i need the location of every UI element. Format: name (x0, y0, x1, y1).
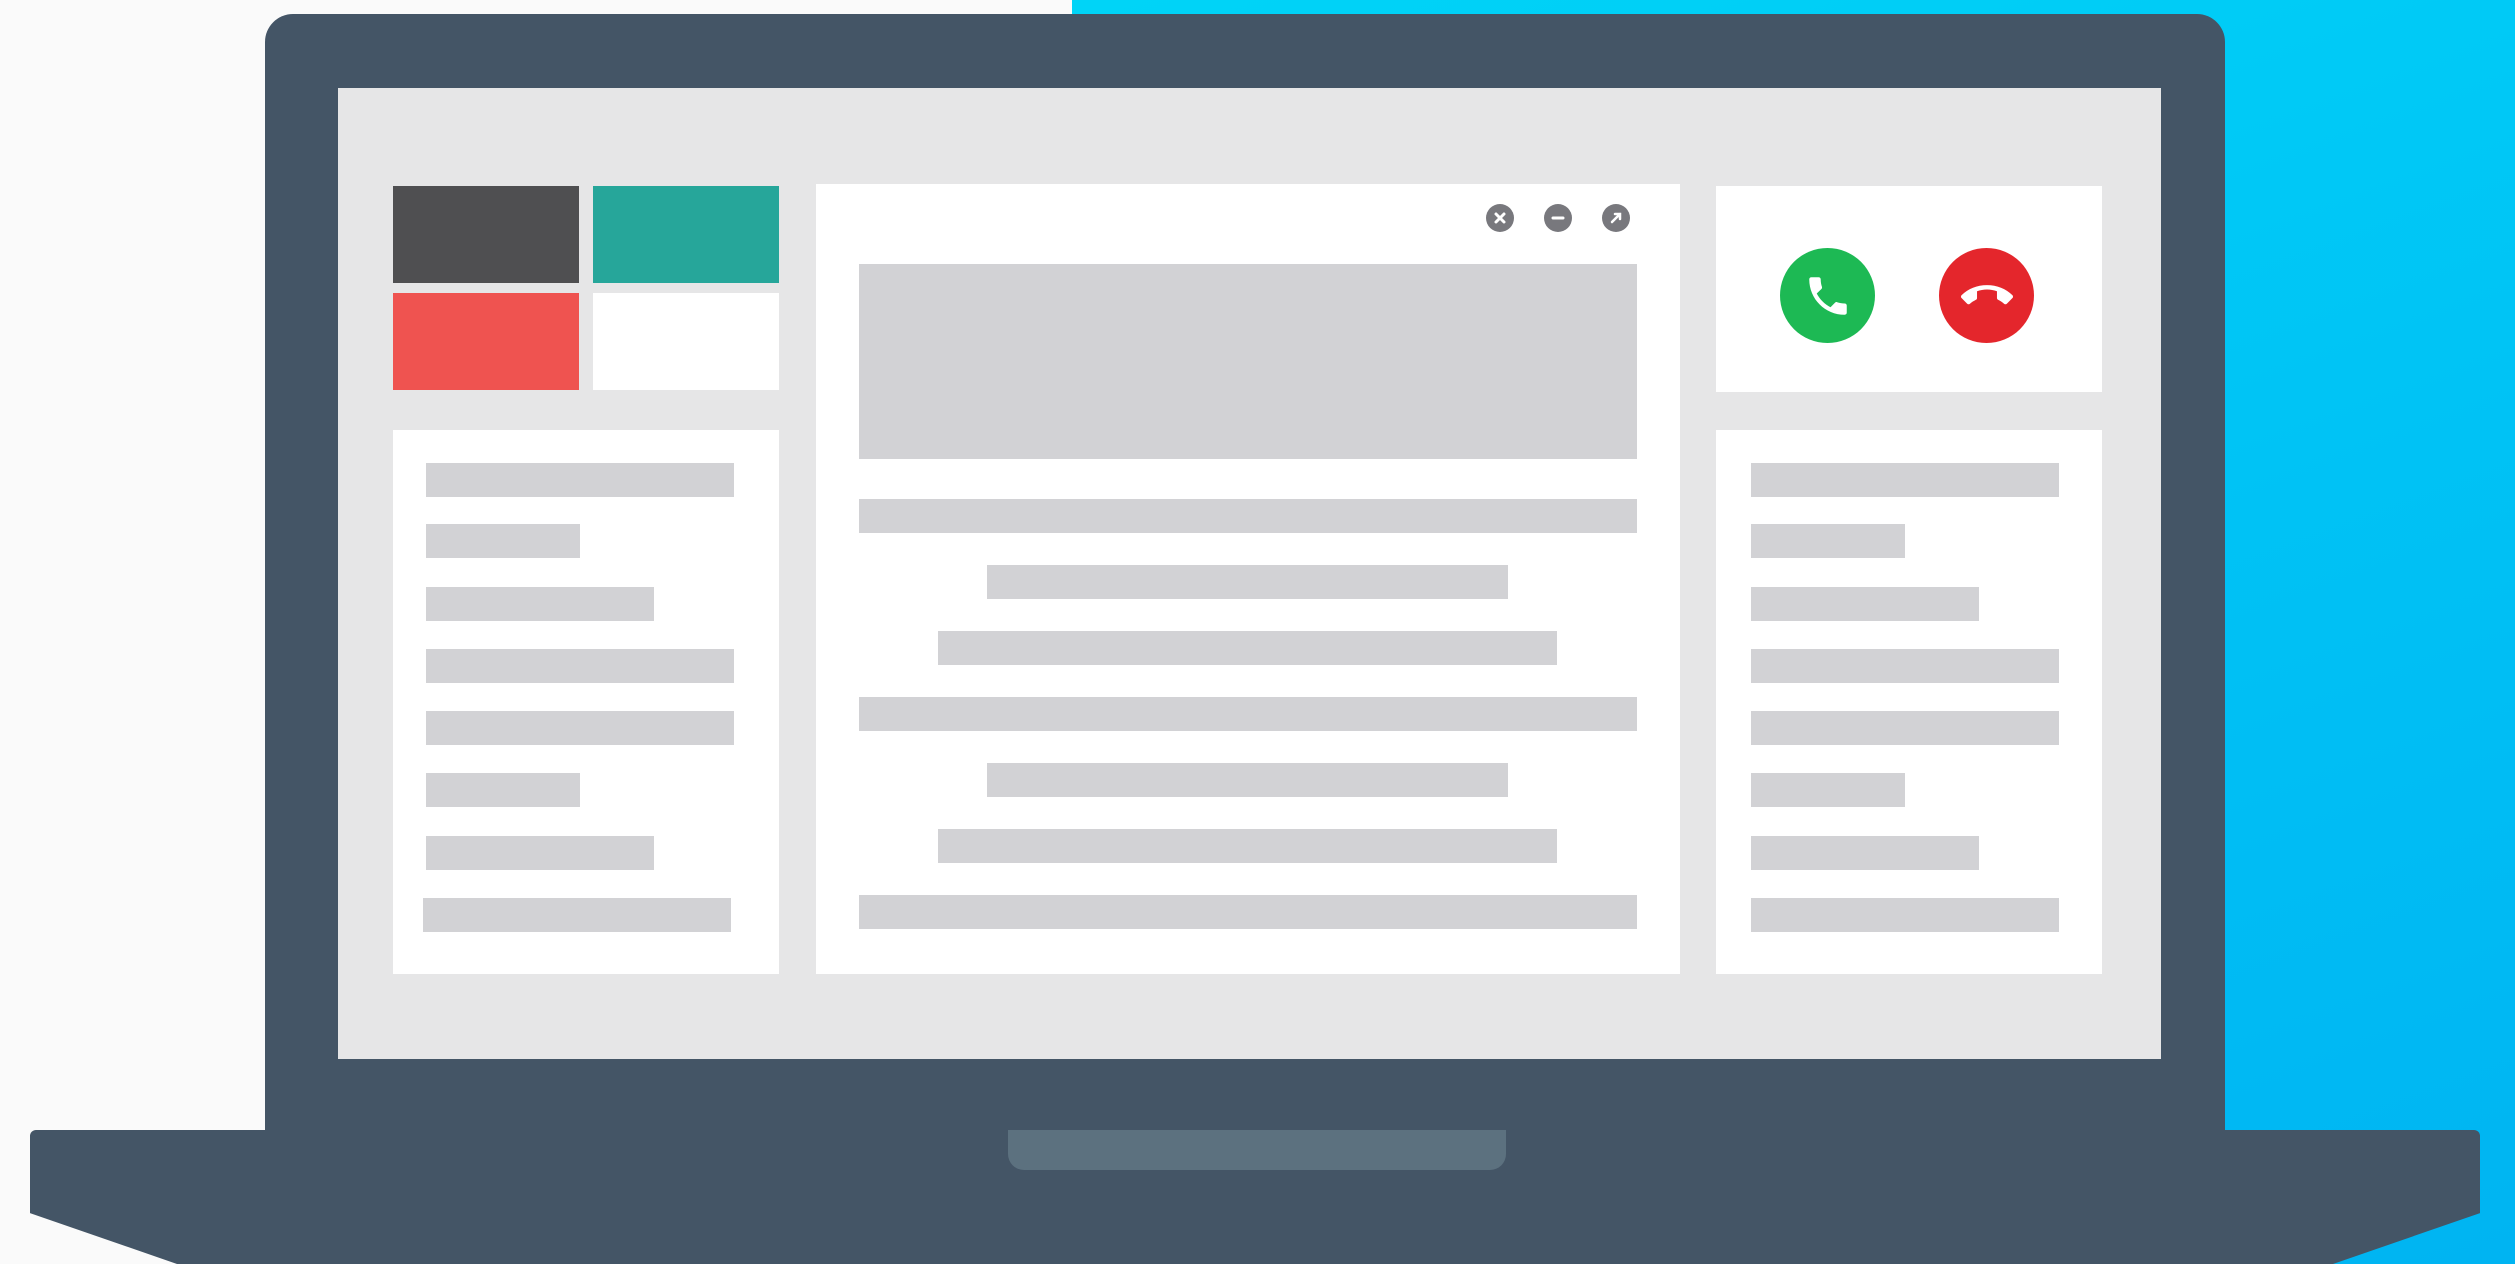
list-item[interactable] (426, 587, 654, 621)
call-panel (1716, 186, 2102, 392)
text-line (859, 697, 1637, 731)
decline-call-button[interactable] (1939, 248, 2034, 343)
list-item[interactable] (1751, 587, 1979, 621)
left-list-panel (393, 430, 779, 974)
white-tile[interactable] (593, 293, 779, 390)
content-window (816, 184, 1680, 974)
right-list-panel (1716, 430, 2102, 974)
list-item[interactable] (426, 773, 580, 807)
close-icon (1494, 212, 1506, 224)
list-item[interactable] (1751, 898, 2059, 932)
close-button[interactable] (1486, 204, 1514, 232)
list-item[interactable] (1751, 463, 2059, 497)
maximize-icon (1610, 212, 1622, 224)
text-line (938, 829, 1557, 863)
touchpad (1008, 1130, 1506, 1170)
list-item[interactable] (1751, 711, 2059, 745)
text-line (938, 631, 1557, 665)
text-line (987, 763, 1508, 797)
list-item[interactable] (426, 463, 734, 497)
dark-tile[interactable] (393, 186, 579, 283)
red-tile[interactable] (393, 293, 579, 390)
list-item[interactable] (1751, 836, 1979, 870)
image-placeholder (859, 264, 1637, 459)
maximize-button[interactable] (1602, 204, 1630, 232)
list-item[interactable] (423, 898, 731, 932)
text-line (859, 499, 1637, 533)
text-line (859, 895, 1637, 929)
text-line (987, 565, 1508, 599)
list-item[interactable] (426, 711, 734, 745)
list-item[interactable] (426, 524, 580, 558)
minimize-icon (1551, 216, 1565, 220)
laptop-screen (338, 88, 2161, 1059)
list-item[interactable] (426, 649, 734, 683)
phone-hangup-icon (1960, 284, 2013, 304)
list-item[interactable] (426, 836, 654, 870)
answer-call-button[interactable] (1780, 248, 1875, 343)
minimize-button[interactable] (1544, 204, 1572, 232)
teal-tile[interactable] (593, 186, 779, 283)
list-item[interactable] (1751, 524, 1905, 558)
list-item[interactable] (1751, 649, 2059, 683)
list-item[interactable] (1751, 773, 1905, 807)
phone-answer-icon (1808, 276, 1847, 315)
